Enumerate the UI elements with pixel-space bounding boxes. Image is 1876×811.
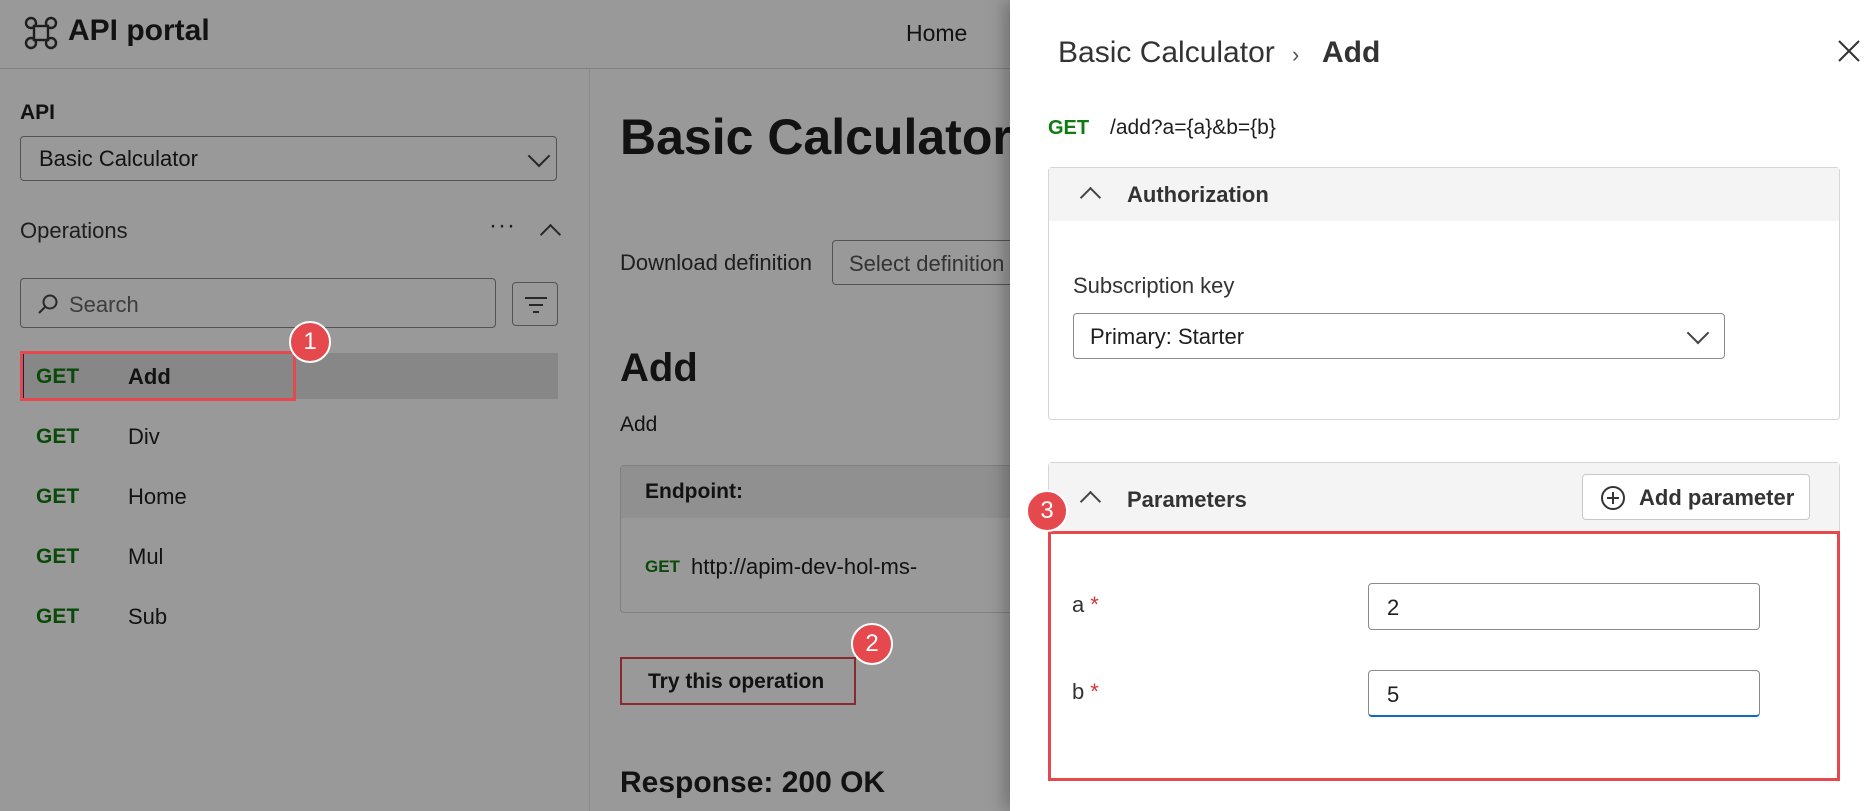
subscription-key-label: Subscription key	[1073, 273, 1235, 298]
subscription-key-value: Primary: Starter	[1090, 324, 1245, 349]
modal-overlay[interactable]	[0, 0, 1010, 811]
breadcrumb-operation: Add	[1322, 36, 1381, 69]
param-a-input[interactable]: 2	[1368, 583, 1760, 630]
chevron-down-icon	[1686, 321, 1710, 345]
add-parameter-label: Add parameter	[1639, 485, 1795, 510]
step-badge-1: 1	[289, 321, 331, 363]
highlight-box-parameters	[1048, 531, 1840, 781]
request-url: /add?a={a}&b={b}	[1110, 116, 1276, 139]
param-a-label: a *	[1072, 592, 1099, 618]
param-b-name: b	[1072, 679, 1085, 704]
authorization-title: Authorization	[1127, 182, 1269, 207]
request-method: GET	[1048, 117, 1090, 139]
close-icon[interactable]	[1836, 38, 1862, 64]
required-marker: *	[1090, 679, 1099, 704]
collapse-parameters-icon[interactable]	[1079, 490, 1102, 513]
try-it-panel: Basic Calculator › Add GET /add?a={a}&b=…	[1010, 0, 1876, 811]
param-b-input[interactable]: 5	[1368, 670, 1760, 717]
breadcrumb-separator-icon: ›	[1292, 42, 1300, 67]
param-a-value: 2	[1387, 595, 1400, 620]
step-badge-3: 3	[1026, 490, 1068, 532]
param-b-value: 5	[1387, 682, 1400, 707]
authorization-section: Authorization Subscription key Primary: …	[1048, 167, 1840, 420]
param-a-name: a	[1072, 592, 1085, 617]
add-parameter-button[interactable]: Add parameter	[1582, 474, 1810, 520]
add-circle-icon	[1601, 486, 1625, 510]
step-badge-2: 2	[851, 623, 893, 665]
required-marker: *	[1090, 592, 1099, 617]
parameters-title: Parameters	[1127, 487, 1247, 512]
authorization-header[interactable]: Authorization	[1049, 168, 1839, 221]
breadcrumb-api[interactable]: Basic Calculator	[1058, 36, 1275, 70]
highlight-box-operation	[20, 351, 296, 401]
subscription-key-select[interactable]: Primary: Starter	[1073, 313, 1725, 359]
collapse-authorization-icon[interactable]	[1079, 186, 1102, 209]
param-b-label: b *	[1072, 679, 1099, 705]
